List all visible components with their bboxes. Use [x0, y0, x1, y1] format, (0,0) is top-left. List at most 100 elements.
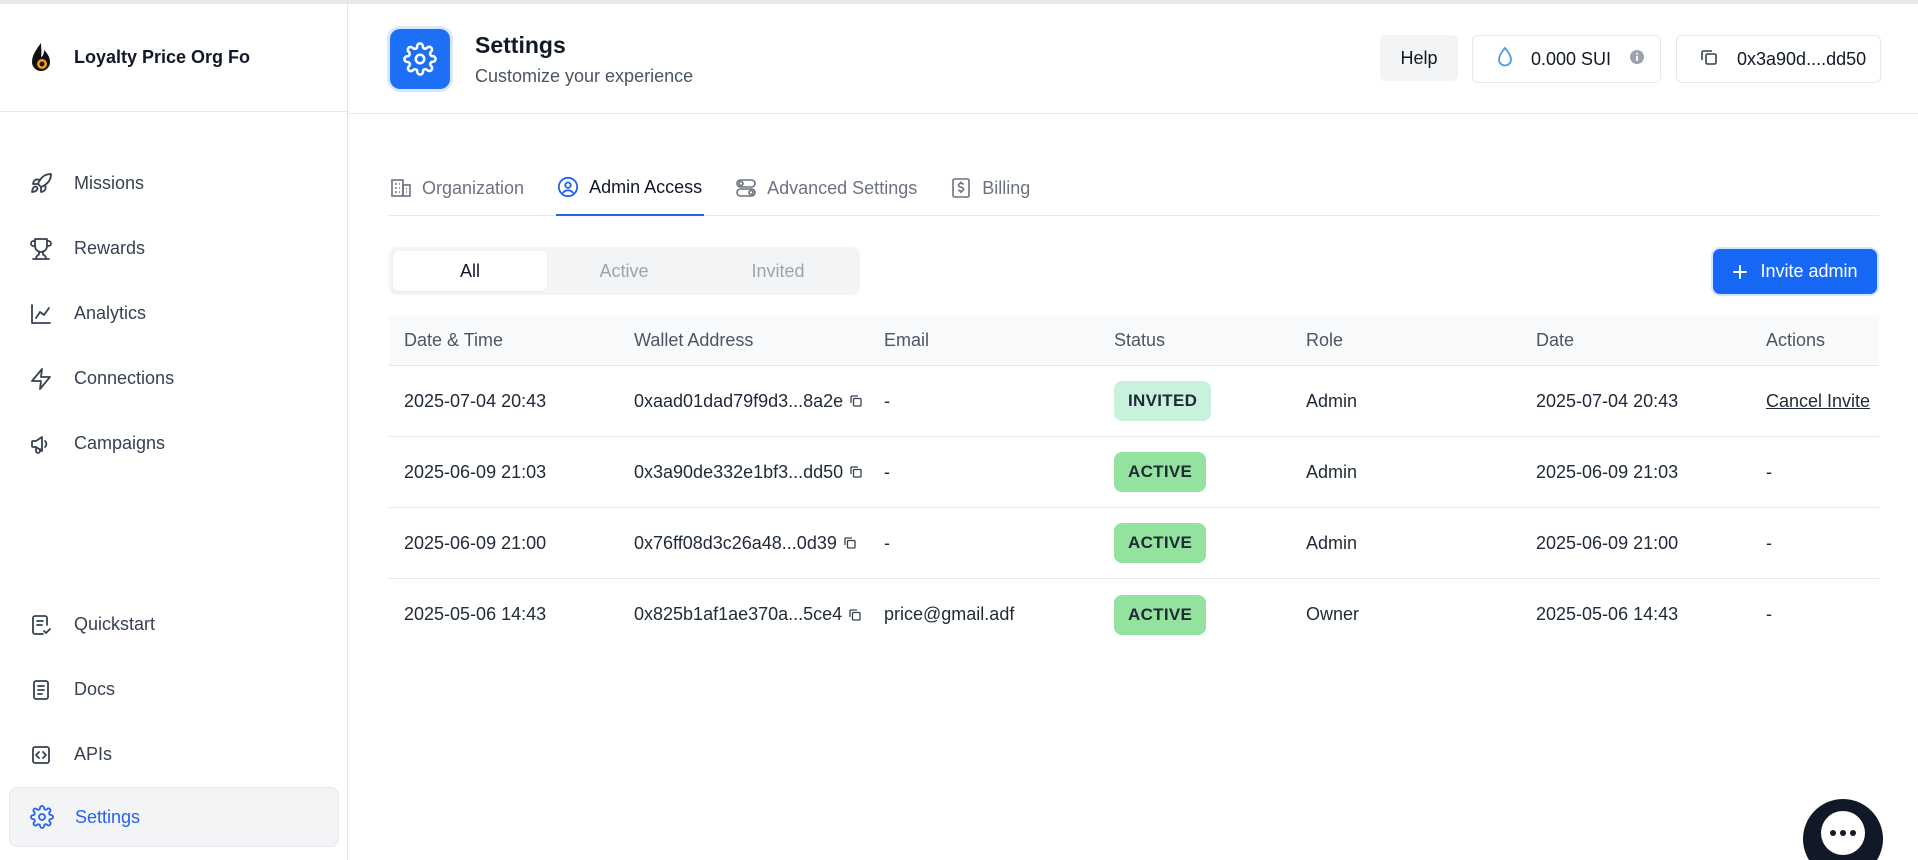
- cell-actions: -: [1766, 604, 1772, 624]
- wallet-text: 0x825b1af1ae370a...5ce4: [634, 604, 843, 624]
- gear-icon: [29, 804, 55, 830]
- cell-role: Owner: [1306, 604, 1360, 624]
- col-header-datetime[interactable]: Date & Time: [389, 330, 619, 351]
- dollar-receipt-icon: [949, 176, 973, 200]
- cell-datetime: 2025-06-09 21:00: [404, 532, 547, 553]
- trophy-icon: [28, 236, 54, 262]
- sidebar-nav-bottom: Quickstart Docs APIs Settings: [0, 592, 348, 847]
- balance-button[interactable]: 0.000 SUI: [1472, 35, 1661, 83]
- droplet-icon: [1495, 46, 1515, 73]
- invite-admin-label: Invite admin: [1760, 261, 1858, 281]
- brand-logo-icon: [22, 39, 60, 77]
- wallet-address: 0x3a90d....dd50: [1737, 48, 1867, 69]
- rocket-icon: [28, 171, 54, 197]
- copy-icon[interactable]: [849, 394, 863, 408]
- sidebar-item-apis[interactable]: APIs: [0, 722, 348, 787]
- tab-label: Billing: [982, 177, 1031, 198]
- sidebar-item-connections[interactable]: Connections: [0, 346, 348, 411]
- info-icon[interactable]: [1629, 49, 1645, 70]
- settings-tabs: Organization Admin Access Advanced Setti…: [389, 160, 1879, 216]
- wallet-address-button[interactable]: 0x3a90d....dd50: [1676, 35, 1881, 83]
- settings-header-icon: [390, 29, 450, 89]
- cell-status: ACTIVE: [1099, 594, 1291, 635]
- table-row: 2025-07-04 20:43 0xaad01dad79f9d3...8a2e…: [389, 366, 1879, 437]
- tab-organization[interactable]: Organization: [389, 160, 526, 216]
- sidebar-item-docs[interactable]: Docs: [0, 657, 348, 722]
- page-header: Settings Customize your experience Help …: [349, 4, 1918, 114]
- brand[interactable]: Loyalty Price Org Fo: [0, 4, 347, 112]
- cell-wallet: 0x825b1af1ae370a...5ce4: [619, 604, 869, 625]
- balance-value: 0.000 SUI: [1531, 48, 1612, 69]
- help-button[interactable]: Help: [1380, 35, 1458, 81]
- cell-datetime: 2025-07-04 20:43: [404, 390, 547, 411]
- filter-active[interactable]: Active: [547, 251, 701, 291]
- tab-admin-access[interactable]: Admin Access: [556, 160, 705, 216]
- copy-icon[interactable]: [843, 536, 857, 550]
- cell-date: 2025-06-09 21:03: [1536, 461, 1679, 482]
- sidebar: Loyalty Price Org Fo Missions Rewards An…: [0, 4, 348, 860]
- col-header-actions: Actions: [1766, 330, 1826, 350]
- sidebar-item-quickstart[interactable]: Quickstart: [0, 592, 348, 657]
- invite-admin-button[interactable]: Invite admin: [1713, 249, 1877, 294]
- cell-wallet: 0x3a90de332e1bf3...dd50: [619, 462, 869, 483]
- tab-billing[interactable]: Billing: [949, 160, 1032, 216]
- sidebar-item-missions[interactable]: Missions: [0, 151, 348, 216]
- col-header-date[interactable]: Date: [1521, 330, 1751, 351]
- sidebar-item-settings[interactable]: Settings: [9, 787, 339, 847]
- cell-role: Admin: [1306, 461, 1358, 482]
- wallet-text: 0xaad01dad79f9d3...8a2e: [634, 390, 844, 411]
- cell-wallet: 0xaad01dad79f9d3...8a2e: [619, 391, 869, 412]
- brand-name: Loyalty Price Org Fo: [74, 47, 251, 67]
- sidebar-item-campaigns[interactable]: Campaigns: [0, 411, 348, 476]
- lightning-icon: [28, 366, 54, 392]
- status-filter: All Active Invited: [389, 247, 860, 295]
- cell-status: ACTIVE: [1099, 452, 1291, 492]
- cell-date: 2025-06-09 21:00: [1536, 532, 1679, 553]
- sidebar-item-label: APIs: [74, 744, 113, 764]
- filter-invited[interactable]: Invited: [701, 251, 855, 291]
- chat-support-button[interactable]: [1803, 799, 1883, 860]
- chart-line-icon: [28, 301, 54, 327]
- filter-all[interactable]: All: [393, 251, 547, 291]
- cell-email: price@gmail.adf: [884, 604, 1015, 624]
- tab-advanced-settings[interactable]: Advanced Settings: [734, 160, 919, 216]
- code-icon: [28, 742, 54, 768]
- quickstart-icon: [28, 612, 54, 638]
- status-badge: INVITED: [1114, 381, 1212, 421]
- sidebar-item-label: Docs: [74, 679, 116, 699]
- sidebar-item-label: Quickstart: [74, 614, 156, 634]
- sidebar-item-label: Missions: [74, 173, 145, 193]
- document-icon: [28, 677, 54, 703]
- toggles-icon: [734, 176, 758, 200]
- table-row: 2025-05-06 14:43 0x825b1af1ae370a...5ce4…: [389, 579, 1879, 650]
- status-badge: ACTIVE: [1114, 594, 1207, 635]
- cell-date: 2025-05-06 14:43: [1536, 604, 1679, 624]
- cell-wallet: 0x76ff08d3c26a48...0d39: [619, 533, 869, 554]
- status-badge: ACTIVE: [1114, 523, 1207, 563]
- copy-icon[interactable]: [849, 465, 863, 479]
- wallet-text: 0x76ff08d3c26a48...0d39: [634, 532, 837, 553]
- plus-icon: [1732, 264, 1748, 280]
- col-header-status[interactable]: Status: [1099, 330, 1291, 351]
- tab-label: Admin Access: [589, 176, 703, 197]
- cell-actions: Cancel Invite: [1751, 391, 1879, 412]
- sidebar-item-analytics[interactable]: Analytics: [0, 281, 348, 346]
- copy-icon[interactable]: [848, 608, 862, 622]
- cell-datetime: 2025-05-06 14:43: [404, 604, 547, 624]
- megaphone-icon: [28, 431, 54, 457]
- wallet-text: 0x3a90de332e1bf3...dd50: [634, 461, 844, 482]
- col-header-wallet[interactable]: Wallet Address: [619, 330, 869, 351]
- col-header-role[interactable]: Role: [1291, 330, 1521, 351]
- sidebar-item-rewards[interactable]: Rewards: [0, 216, 348, 281]
- table-row: 2025-06-09 21:00 0x76ff08d3c26a48...0d39…: [389, 508, 1879, 579]
- sidebar-item-label: Connections: [74, 368, 175, 388]
- copy-icon: [1699, 47, 1719, 72]
- cell-email: -: [884, 532, 890, 553]
- tab-label: Organization: [422, 177, 525, 198]
- sidebar-item-label: Campaigns: [74, 433, 166, 453]
- cell-actions: -: [1766, 461, 1772, 482]
- tab-label: Advanced Settings: [767, 177, 918, 198]
- cancel-invite-link[interactable]: Cancel Invite: [1766, 391, 1870, 412]
- table-row: 2025-06-09 21:03 0x3a90de332e1bf3...dd50…: [389, 437, 1879, 508]
- col-header-email[interactable]: Email: [869, 330, 1099, 351]
